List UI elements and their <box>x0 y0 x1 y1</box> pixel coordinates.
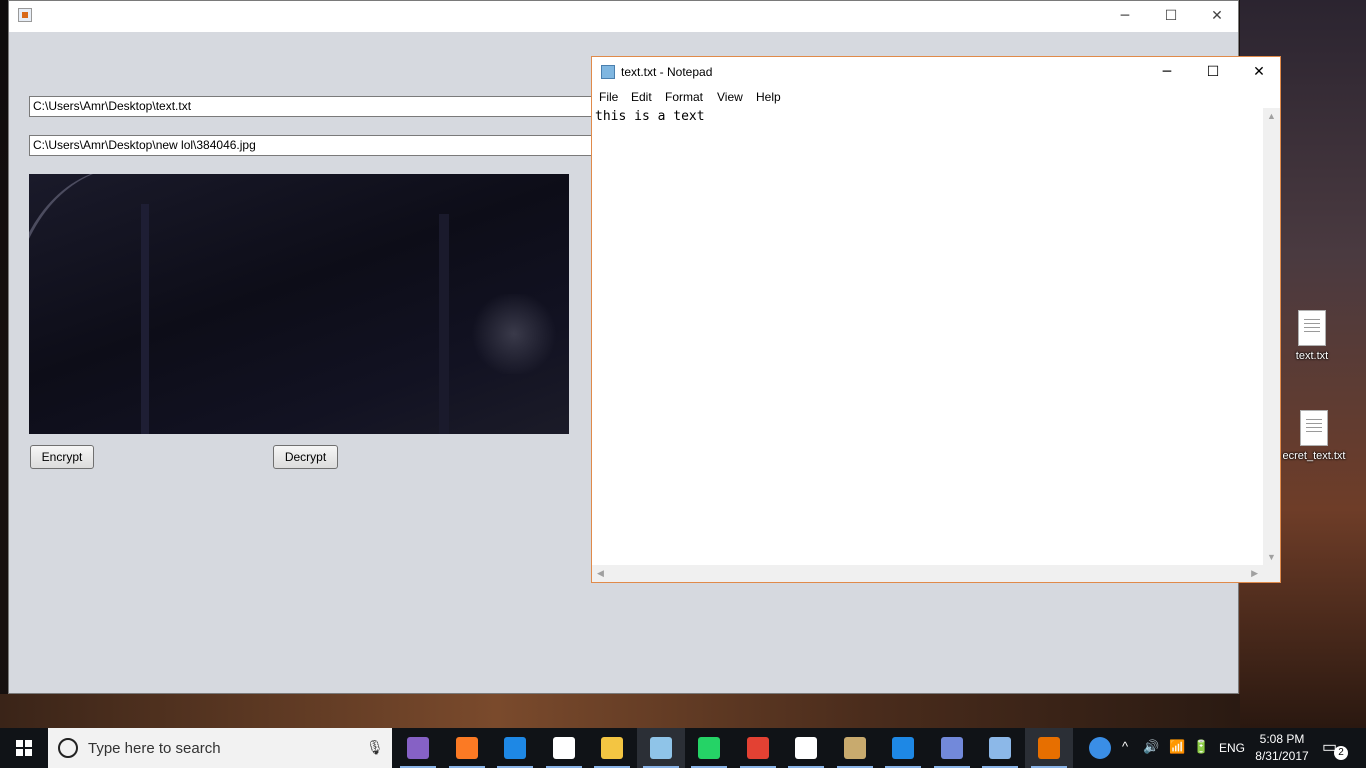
image-preview <box>29 174 569 434</box>
language-indicator[interactable]: ENG <box>1219 741 1245 768</box>
windows-logo-icon <box>16 740 32 756</box>
taskbar-app-whatsapp[interactable] <box>685 728 733 768</box>
scroll-left-icon[interactable]: ◀ <box>597 568 604 579</box>
desktop-icon-secret-text-txt[interactable]: ecret_text.txt <box>1279 410 1349 462</box>
taskbar-app-file-explorer[interactable] <box>588 728 636 768</box>
notepad-icon <box>649 737 672 759</box>
help-icon[interactable] <box>1076 728 1124 768</box>
whatsapp-icon <box>698 737 720 759</box>
virtualbox-icon <box>989 737 1011 759</box>
taskbar: Type here to search 🎙 ^ 🔊 📶 🔋 ENG 5:08 P… <box>0 728 1366 768</box>
cortana-icon <box>58 738 78 758</box>
notepad-icon <box>601 65 615 79</box>
taskbar-app-notepad[interactable] <box>636 728 685 768</box>
vs-code-icon <box>892 737 914 759</box>
minimize-button[interactable]: ─ <box>1102 1 1148 32</box>
battery-icon[interactable]: 🔋 <box>1193 739 1209 768</box>
minimize-button[interactable]: ─ <box>1144 57 1190 88</box>
maximize-button[interactable]: ☐ <box>1148 1 1194 32</box>
menu-file[interactable]: File <box>599 90 618 104</box>
scroll-down-icon[interactable]: ▼ <box>1267 552 1276 562</box>
taskbar-app-store[interactable] <box>540 728 588 768</box>
desktop-icon-text-txt[interactable]: text.txt <box>1277 310 1347 362</box>
close-button[interactable]: ✕ <box>1194 1 1240 32</box>
notification-count: 2 <box>1334 746 1348 760</box>
text-file-icon <box>1298 310 1326 346</box>
start-button[interactable] <box>0 728 48 768</box>
taskbar-app-chrome[interactable] <box>734 728 782 768</box>
image-file-path-field[interactable]: C:\Users\Amr\Desktop\new lol\384046.jpg <box>29 135 629 156</box>
search-box[interactable]: Type here to search 🎙 <box>48 728 392 768</box>
desktop-wallpaper-bottom <box>0 694 1240 728</box>
desktop-icon-label: text.txt <box>1295 350 1329 362</box>
text-file-icon <box>1300 410 1328 446</box>
taskbar-app-java[interactable] <box>1024 728 1073 768</box>
menu-help[interactable]: Help <box>756 90 781 104</box>
scroll-up-icon[interactable]: ▲ <box>1267 111 1276 121</box>
edge-icon <box>504 737 526 759</box>
visual-studio-icon <box>407 737 429 759</box>
notepad-window: text.txt - Notepad ─ ☐ ✕ File Edit Forma… <box>591 56 1281 583</box>
scroll-right-icon[interactable]: ▶ <box>1251 568 1258 579</box>
store-icon <box>552 737 575 759</box>
horizontal-scrollbar[interactable]: ◀ ▶ <box>592 565 1263 582</box>
text-editor[interactable]: this is a text <box>595 108 1263 565</box>
encrypt-button[interactable]: Encrypt <box>30 445 94 469</box>
java-icon <box>1037 737 1060 759</box>
taskbar-app-mail[interactable] <box>782 728 830 768</box>
discord-icon <box>940 737 963 759</box>
vertical-scrollbar[interactable]: ▲ ▼ <box>1263 108 1280 565</box>
taskbar-app-edge[interactable] <box>491 728 539 768</box>
taskbar-app-discord[interactable] <box>928 728 976 768</box>
desktop-icon-label: ecret_text.txt <box>1282 450 1346 462</box>
taskbar-app-league-of-legends[interactable] <box>831 728 879 768</box>
clock[interactable]: 5:08 PM 8/31/2017 <box>1252 731 1312 765</box>
taskbar-app-virtualbox[interactable] <box>976 728 1024 768</box>
menu-view[interactable]: View <box>717 90 743 104</box>
text-file-path-field[interactable]: C:\Users\Amr\Desktop\text.txt <box>29 96 629 117</box>
question-icon <box>1089 737 1111 759</box>
close-button[interactable]: ✕ <box>1236 57 1282 88</box>
decrypt-button[interactable]: Decrypt <box>273 445 338 469</box>
menu-bar: File Edit Format View Help <box>592 88 1280 108</box>
resize-grip[interactable] <box>1263 565 1280 582</box>
microphone-icon[interactable]: 🎙 <box>366 739 384 756</box>
notepad-titlebar[interactable]: text.txt - Notepad ─ ☐ ✕ <box>592 57 1280 88</box>
taskbar-app-visual-studio[interactable] <box>394 728 442 768</box>
taskbar-app-xampp[interactable] <box>443 728 491 768</box>
java-window-titlebar[interactable]: ─ ☐ ✕ <box>9 1 1238 32</box>
java-app-icon <box>18 8 32 22</box>
show-hidden-icons-icon[interactable]: ^ <box>1122 739 1128 768</box>
chrome-icon <box>746 737 769 759</box>
action-center-icon[interactable]: ▭ 2 <box>1322 737 1348 760</box>
mail-icon <box>795 737 817 759</box>
menu-edit[interactable]: Edit <box>631 90 652 104</box>
window-title: text.txt - Notepad <box>621 65 713 79</box>
date: 8/31/2017 <box>1255 749 1309 763</box>
time: 5:08 PM <box>1259 732 1305 746</box>
xampp-icon <box>455 737 478 759</box>
wifi-icon[interactable]: 📶 <box>1169 739 1185 768</box>
taskbar-app-vs-code[interactable] <box>879 728 927 768</box>
maximize-button[interactable]: ☐ <box>1190 57 1236 88</box>
file-explorer-icon <box>601 737 623 759</box>
volume-icon[interactable]: 🔊 <box>1143 739 1159 768</box>
league-of-legends-icon <box>843 737 866 759</box>
search-placeholder: Type here to search <box>88 740 221 757</box>
menu-format[interactable]: Format <box>665 90 703 104</box>
